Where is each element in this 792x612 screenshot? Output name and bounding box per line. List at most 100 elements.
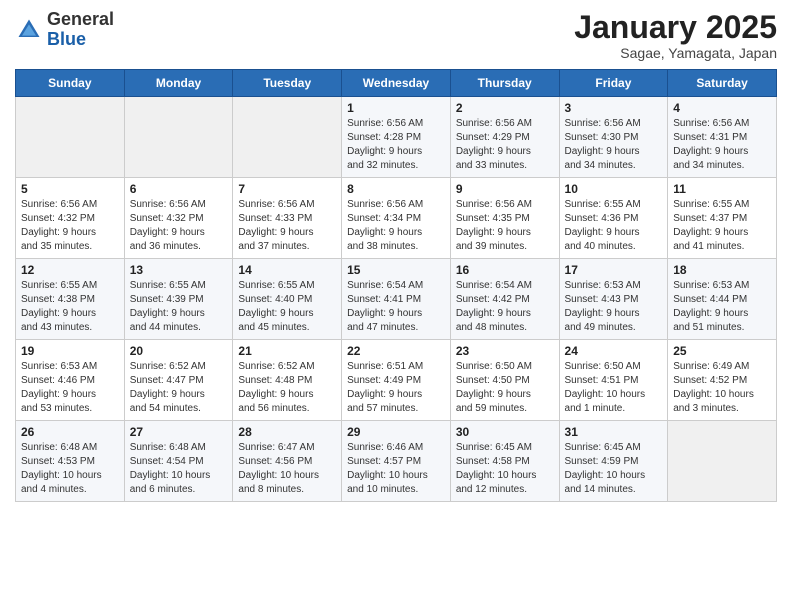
day-number: 14 <box>238 263 336 277</box>
day-number: 25 <box>673 344 771 358</box>
calendar-cell <box>668 421 777 502</box>
calendar-cell: 11 Sunrise: 6:55 AM Sunset: 4:37 PM Dayli… <box>668 178 777 259</box>
logo-blue-text: Blue <box>47 29 86 49</box>
calendar-cell: 1 Sunrise: 6:56 AM Sunset: 4:28 PM Daylig… <box>342 97 451 178</box>
logo: General Blue <box>15 10 114 50</box>
day-info: Sunrise: 6:56 AM Sunset: 4:33 PM Dayligh… <box>238 198 336 254</box>
weekday-row: SundayMondayTuesdayWednesdayThursdayFrid… <box>16 70 777 97</box>
calendar-week-row: 1 Sunrise: 6:56 AM Sunset: 4:28 PM Daylig… <box>16 97 777 178</box>
calendar-cell: 24 Sunrise: 6:50 AM Sunset: 4:51 PM Dayli… <box>559 340 668 421</box>
day-number: 16 <box>456 263 554 277</box>
day-info: Sunrise: 6:55 AM Sunset: 4:38 PM Dayligh… <box>21 279 119 335</box>
day-number: 19 <box>21 344 119 358</box>
day-number: 17 <box>565 263 663 277</box>
day-number: 26 <box>21 425 119 439</box>
day-info: Sunrise: 6:49 AM Sunset: 4:52 PM Dayligh… <box>673 360 771 416</box>
day-number: 3 <box>565 101 663 115</box>
day-number: 10 <box>565 182 663 196</box>
day-info: Sunrise: 6:53 AM Sunset: 4:43 PM Dayligh… <box>565 279 663 335</box>
day-info: Sunrise: 6:55 AM Sunset: 4:39 PM Dayligh… <box>130 279 228 335</box>
day-number: 7 <box>238 182 336 196</box>
day-info: Sunrise: 6:54 AM Sunset: 4:42 PM Dayligh… <box>456 279 554 335</box>
day-info: Sunrise: 6:53 AM Sunset: 4:46 PM Dayligh… <box>21 360 119 416</box>
day-info: Sunrise: 6:47 AM Sunset: 4:56 PM Dayligh… <box>238 441 336 497</box>
day-info: Sunrise: 6:55 AM Sunset: 4:40 PM Dayligh… <box>238 279 336 335</box>
day-number: 4 <box>673 101 771 115</box>
day-info: Sunrise: 6:55 AM Sunset: 4:36 PM Dayligh… <box>565 198 663 254</box>
calendar-cell: 26 Sunrise: 6:48 AM Sunset: 4:53 PM Dayli… <box>16 421 125 502</box>
day-info: Sunrise: 6:48 AM Sunset: 4:53 PM Dayligh… <box>21 441 119 497</box>
day-number: 1 <box>347 101 445 115</box>
day-info: Sunrise: 6:50 AM Sunset: 4:50 PM Dayligh… <box>456 360 554 416</box>
weekday-header: Thursday <box>450 70 559 97</box>
weekday-header: Monday <box>124 70 233 97</box>
weekday-header: Saturday <box>668 70 777 97</box>
calendar-container: General Blue January 2025 Sagae, Yamagat… <box>0 0 792 517</box>
day-info: Sunrise: 6:45 AM Sunset: 4:59 PM Dayligh… <box>565 441 663 497</box>
day-number: 22 <box>347 344 445 358</box>
day-number: 18 <box>673 263 771 277</box>
calendar-cell: 23 Sunrise: 6:50 AM Sunset: 4:50 PM Dayli… <box>450 340 559 421</box>
calendar-cell <box>233 97 342 178</box>
weekday-header: Friday <box>559 70 668 97</box>
calendar-cell: 6 Sunrise: 6:56 AM Sunset: 4:32 PM Daylig… <box>124 178 233 259</box>
day-number: 12 <box>21 263 119 277</box>
day-info: Sunrise: 6:56 AM Sunset: 4:29 PM Dayligh… <box>456 117 554 173</box>
calendar-cell: 27 Sunrise: 6:48 AM Sunset: 4:54 PM Dayli… <box>124 421 233 502</box>
calendar-cell: 21 Sunrise: 6:52 AM Sunset: 4:48 PM Dayli… <box>233 340 342 421</box>
day-number: 2 <box>456 101 554 115</box>
calendar-cell: 9Sunrise: 6:56 AM Sunset: 4:35 PM Daylig… <box>450 178 559 259</box>
calendar-cell: 13 Sunrise: 6:55 AM Sunset: 4:39 PM Dayli… <box>124 259 233 340</box>
day-info: Sunrise: 6:56 AM Sunset: 4:30 PM Dayligh… <box>565 117 663 173</box>
calendar-cell: 7 Sunrise: 6:56 AM Sunset: 4:33 PM Daylig… <box>233 178 342 259</box>
calendar-week-row: 19 Sunrise: 6:53 AM Sunset: 4:46 PM Dayli… <box>16 340 777 421</box>
weekday-header: Tuesday <box>233 70 342 97</box>
day-number: 15 <box>347 263 445 277</box>
day-number: 21 <box>238 344 336 358</box>
calendar-table: SundayMondayTuesdayWednesdayThursdayFrid… <box>15 69 777 502</box>
day-number: 8 <box>347 182 445 196</box>
calendar-cell: 19 Sunrise: 6:53 AM Sunset: 4:46 PM Dayli… <box>16 340 125 421</box>
calendar-cell: 22 Sunrise: 6:51 AM Sunset: 4:49 PM Dayli… <box>342 340 451 421</box>
day-info: Sunrise: 6:45 AM Sunset: 4:58 PM Dayligh… <box>456 441 554 497</box>
day-info: Sunrise: 6:56 AM Sunset: 4:32 PM Dayligh… <box>130 198 228 254</box>
weekday-header: Sunday <box>16 70 125 97</box>
calendar-body: 1 Sunrise: 6:56 AM Sunset: 4:28 PM Daylig… <box>16 97 777 502</box>
day-number: 23 <box>456 344 554 358</box>
calendar-cell: 18Sunrise: 6:53 AM Sunset: 4:44 PM Dayli… <box>668 259 777 340</box>
calendar-cell: 12 Sunrise: 6:55 AM Sunset: 4:38 PM Dayli… <box>16 259 125 340</box>
calendar-cell: 8Sunrise: 6:56 AM Sunset: 4:34 PM Daylig… <box>342 178 451 259</box>
day-number: 13 <box>130 263 228 277</box>
day-info: Sunrise: 6:48 AM Sunset: 4:54 PM Dayligh… <box>130 441 228 497</box>
calendar-cell <box>124 97 233 178</box>
day-info: Sunrise: 6:50 AM Sunset: 4:51 PM Dayligh… <box>565 360 663 416</box>
month-title: January 2025 <box>574 10 777 45</box>
day-number: 31 <box>565 425 663 439</box>
day-number: 30 <box>456 425 554 439</box>
day-number: 5 <box>21 182 119 196</box>
logo-general-text: General <box>47 9 114 29</box>
weekday-header: Wednesday <box>342 70 451 97</box>
subtitle: Sagae, Yamagata, Japan <box>574 45 777 61</box>
day-info: Sunrise: 6:56 AM Sunset: 4:31 PM Dayligh… <box>673 117 771 173</box>
day-info: Sunrise: 6:51 AM Sunset: 4:49 PM Dayligh… <box>347 360 445 416</box>
day-number: 27 <box>130 425 228 439</box>
day-number: 24 <box>565 344 663 358</box>
calendar-cell: 14 Sunrise: 6:55 AM Sunset: 4:40 PM Dayli… <box>233 259 342 340</box>
day-info: Sunrise: 6:56 AM Sunset: 4:35 PM Dayligh… <box>456 198 554 254</box>
calendar-cell: 20Sunrise: 6:52 AM Sunset: 4:47 PM Dayli… <box>124 340 233 421</box>
calendar-week-row: 26 Sunrise: 6:48 AM Sunset: 4:53 PM Dayli… <box>16 421 777 502</box>
day-info: Sunrise: 6:56 AM Sunset: 4:28 PM Dayligh… <box>347 117 445 173</box>
calendar-cell: 16 Sunrise: 6:54 AM Sunset: 4:42 PM Dayli… <box>450 259 559 340</box>
calendar-cell: 2 Sunrise: 6:56 AM Sunset: 4:29 PM Daylig… <box>450 97 559 178</box>
day-number: 6 <box>130 182 228 196</box>
day-number: 11 <box>673 182 771 196</box>
day-info: Sunrise: 6:46 AM Sunset: 4:57 PM Dayligh… <box>347 441 445 497</box>
day-number: 29 <box>347 425 445 439</box>
day-info: Sunrise: 6:52 AM Sunset: 4:48 PM Dayligh… <box>238 360 336 416</box>
day-info: Sunrise: 6:54 AM Sunset: 4:41 PM Dayligh… <box>347 279 445 335</box>
calendar-cell: 28Sunrise: 6:47 AM Sunset: 4:56 PM Dayli… <box>233 421 342 502</box>
day-info: Sunrise: 6:52 AM Sunset: 4:47 PM Dayligh… <box>130 360 228 416</box>
day-info: Sunrise: 6:55 AM Sunset: 4:37 PM Dayligh… <box>673 198 771 254</box>
calendar-cell: 25 Sunrise: 6:49 AM Sunset: 4:52 PM Dayli… <box>668 340 777 421</box>
